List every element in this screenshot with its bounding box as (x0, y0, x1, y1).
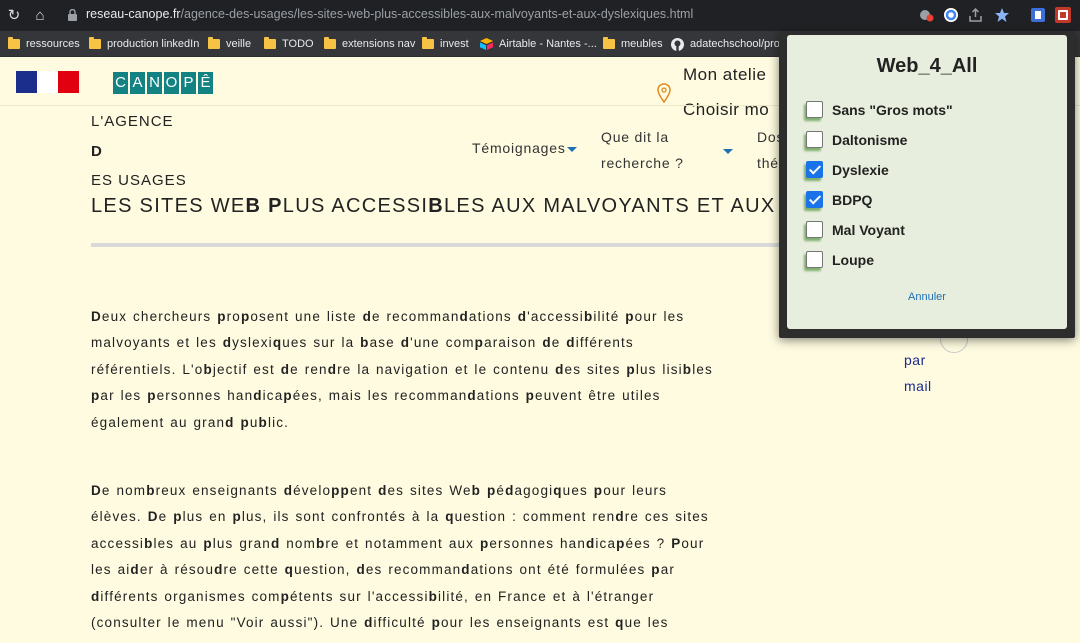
bookmark-label: meubles (621, 38, 663, 50)
logo-letter: C (113, 72, 128, 94)
logo-letter: N (147, 72, 162, 94)
cancel-button[interactable]: Annuler (787, 291, 1067, 303)
nav-recherche-line1[interactable]: Que dit la (601, 129, 669, 145)
option-daltonisme[interactable]: Daltonisme (806, 131, 907, 148)
nav-recherche-line2[interactable]: recherche ? (601, 155, 684, 171)
option-label: Dyslexie (832, 161, 889, 178)
option-label: Daltonisme (832, 131, 908, 148)
article-paragraph-1: Deux chercheurs proposent une liste de r… (91, 309, 713, 430)
mon-atelier-link[interactable]: Mon atelie (683, 65, 766, 85)
web4all-extension-icon[interactable] (1055, 7, 1071, 23)
bookmark-label: adatechschool/proj... (690, 38, 792, 50)
logo-letter: Ê (198, 72, 213, 94)
option-label: Sans "Gros mots" (832, 101, 953, 118)
url-text[interactable]: reseau-canope.fr/agence-des-usages/les-s… (86, 7, 693, 21)
location-pin-icon (657, 83, 671, 103)
bookmark-label: ressources (26, 38, 80, 50)
share-icon[interactable] (968, 7, 984, 23)
republique-francaise-logo[interactable] (16, 71, 79, 93)
chevron-down-icon[interactable] (723, 149, 733, 154)
bookmark-production-linkedin[interactable]: production linkedIn (89, 36, 199, 52)
bookmark-star-icon[interactable] (994, 7, 1010, 23)
popup-panel: Web_4_All Sans "Gros mots" Daltonisme Dy… (787, 35, 1067, 329)
home-icon[interactable]: ⌂ (30, 6, 50, 26)
share-by-mail-link-line2[interactable]: mail (904, 378, 932, 394)
chevron-down-icon[interactable] (567, 147, 577, 152)
bookmark-label: invest (440, 38, 469, 50)
option-sans-gros-mots[interactable]: Sans "Gros mots" (806, 101, 953, 118)
bookmark-label: TODO (282, 38, 314, 50)
bookmark-todo[interactable]: TODO (264, 36, 314, 52)
folder-icon (422, 37, 434, 49)
bookmark-meubles[interactable]: meubles (603, 36, 663, 52)
nav-dossiers-line2[interactable]: thé (757, 155, 779, 171)
checkbox[interactable] (806, 251, 823, 268)
title-divider (91, 243, 781, 247)
bookmark-github[interactable]: adatechschool/proj... (671, 36, 792, 52)
checkbox-checked[interactable] (806, 161, 823, 178)
lock-icon[interactable] (68, 9, 77, 21)
article-paragraph-2: De nombreux enseignants développent des … (91, 483, 709, 631)
option-label: Loupe (832, 251, 874, 268)
folder-icon (89, 37, 101, 49)
web4all-extension-popup: Web_4_All Sans "Gros mots" Daltonisme Dy… (779, 32, 1075, 338)
folder-icon (264, 37, 276, 49)
checkbox[interactable] (806, 131, 823, 148)
folder-icon (324, 37, 336, 49)
blocked-icon[interactable] (918, 7, 934, 23)
extension-shield-icon[interactable] (1030, 7, 1046, 23)
section-title-line2: D (91, 143, 103, 160)
logo-letter: A (130, 72, 145, 94)
browser-toolbar: ↻ ⌂ reseau-canope.fr/agence-des-usages/l… (0, 0, 1080, 31)
option-mal-voyant[interactable]: Mal Voyant (806, 221, 905, 238)
section-title-line3: ES USAGES (91, 172, 187, 189)
checkbox[interactable] (806, 101, 823, 118)
bookmark-extensions-nav[interactable]: extensions nav (324, 36, 415, 52)
choisir-atelier-link[interactable]: Choisir mo (683, 100, 769, 120)
bookmark-airtable[interactable]: Airtable - Nantes -... (480, 36, 597, 52)
canope-logo[interactable]: C A N O P Ê (113, 72, 213, 94)
option-label: Mal Voyant (832, 221, 905, 238)
option-dyslexie[interactable]: Dyslexie (806, 161, 889, 178)
bookmark-ressources[interactable]: ressources (8, 36, 80, 52)
bookmark-veille[interactable]: veille (208, 36, 251, 52)
nav-temoignages[interactable]: Témoignages (472, 140, 566, 156)
bookmark-label: extensions nav (342, 38, 416, 50)
option-label: BDPQ (832, 191, 873, 208)
folder-icon (8, 37, 20, 49)
popup-title: Web_4_All (876, 55, 978, 77)
option-bdpq[interactable]: BDPQ (806, 191, 872, 208)
logo-letter: O (164, 72, 179, 94)
folder-icon (603, 37, 615, 49)
bookmark-label: veille (226, 38, 252, 50)
bookmark-label: Airtable - Nantes -... (499, 38, 597, 50)
airtable-icon (480, 38, 493, 50)
page-title: LES SITES WEB PLUS ACCESSIBLES AUX MALVO… (91, 195, 776, 217)
bookmark-label: production linkedIn (107, 38, 200, 50)
section-title-line1: L'AGENCE (91, 113, 174, 130)
google-icon[interactable] (943, 7, 959, 23)
option-loupe[interactable]: Loupe (806, 251, 874, 268)
bookmark-invest[interactable]: invest (422, 36, 469, 52)
checkbox[interactable] (806, 221, 823, 238)
github-icon (671, 37, 684, 51)
logo-letter: P (181, 72, 196, 94)
share-by-mail-link-line1[interactable]: par (904, 352, 926, 368)
folder-icon (208, 37, 220, 49)
reload-icon[interactable]: ↻ (4, 6, 24, 26)
checkbox-checked[interactable] (806, 191, 823, 208)
